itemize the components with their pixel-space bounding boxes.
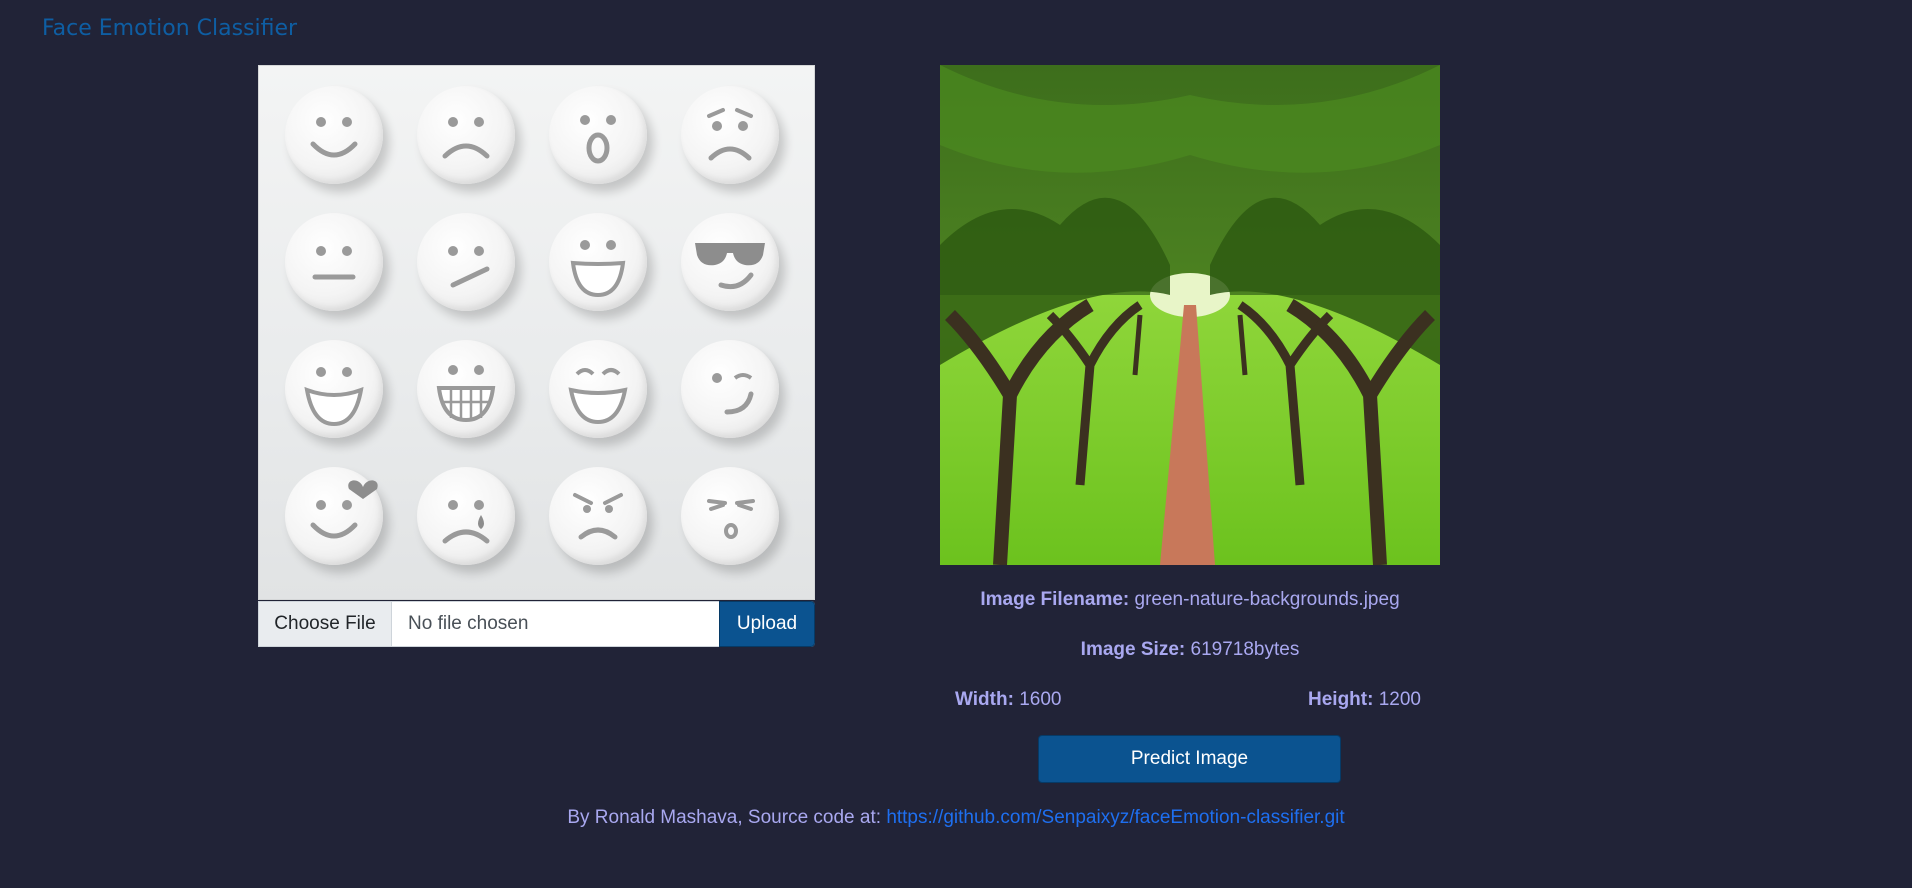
file-input-group: Choose File No file chosen Upload — [258, 601, 815, 647]
love-emoji-icon — [285, 467, 383, 565]
smirk-emoji-icon — [417, 213, 515, 311]
angry-emoji-icon — [549, 467, 647, 565]
smile-emoji-icon — [285, 86, 383, 184]
predict-image-button[interactable]: Predict Image — [1038, 735, 1341, 783]
emoji-placeholder-image — [258, 65, 815, 600]
worried-emoji-icon — [681, 86, 779, 184]
cool-sunglasses-emoji-icon — [681, 213, 779, 311]
size-value: 619718bytes — [1190, 639, 1300, 660]
image-size-info: Image Size: 619718bytes — [940, 639, 1440, 661]
image-filename-info: Image Filename: green-nature-backgrounds… — [940, 589, 1440, 611]
footer-text: By Ronald Mashava, Source code at: — [567, 807, 887, 828]
preview-image — [940, 65, 1440, 565]
source-code-link[interactable]: https://github.com/Senpaixyz/faceEmotion… — [886, 807, 1344, 828]
big-grin-emoji-icon — [417, 340, 515, 438]
image-width-info: Width: 1600 — [955, 689, 1061, 711]
height-value: 1200 — [1378, 689, 1421, 710]
footer: By Ronald Mashava, Source code at: https… — [0, 807, 1912, 829]
upload-panel: Choose File No file chosen Upload — [258, 65, 815, 647]
neutral-emoji-icon — [285, 213, 383, 311]
emoji-grid — [285, 86, 779, 565]
grin-emoji-icon — [549, 213, 647, 311]
crying-emoji-icon — [417, 467, 515, 565]
surprised-emoji-icon — [549, 86, 647, 184]
wink-emoji-icon — [681, 340, 779, 438]
filename-label: Image Filename: — [980, 589, 1130, 610]
navbar-brand[interactable]: Face Emotion Classifier — [42, 16, 297, 41]
upload-button[interactable]: Upload — [719, 601, 815, 647]
choose-file-button[interactable]: Choose File — [259, 602, 392, 646]
filename-value: green-nature-backgrounds.jpeg — [1134, 589, 1400, 610]
image-height-info: Height: 1200 — [1308, 689, 1421, 711]
width-value: 1600 — [1019, 689, 1062, 710]
width-label: Width: — [955, 689, 1014, 710]
size-label: Image Size: — [1080, 639, 1186, 660]
sad-emoji-icon — [417, 86, 515, 184]
laugh-emoji-icon — [285, 340, 383, 438]
height-label: Height: — [1308, 689, 1374, 710]
kiss-emoji-icon — [681, 467, 779, 565]
file-status-text: No file chosen — [408, 613, 529, 634]
happy-closed-eyes-emoji-icon — [549, 340, 647, 438]
